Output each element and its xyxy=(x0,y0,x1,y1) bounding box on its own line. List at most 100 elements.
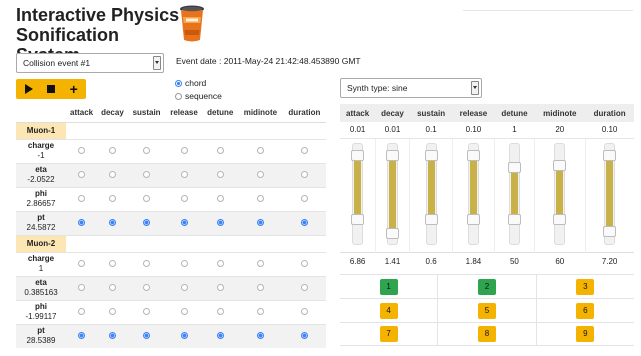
mapping-radio-detune[interactable] xyxy=(216,331,224,339)
property-row: eta -2.0522 xyxy=(16,162,326,187)
mapping-radio-attack[interactable] xyxy=(78,307,86,315)
mapping-radio-release[interactable] xyxy=(180,194,188,202)
mapping-radio-duration[interactable] xyxy=(300,259,308,267)
slider-handle-low[interactable] xyxy=(466,214,480,225)
mapping-radio-attack[interactable] xyxy=(78,146,86,154)
mapping-radio-decay[interactable] xyxy=(108,331,116,339)
mode-sequence[interactable]: sequence xyxy=(175,91,222,101)
mapping-radio-detune[interactable] xyxy=(216,307,224,315)
mode-chord[interactable]: chord xyxy=(175,78,206,88)
pad-button-4[interactable]: 4 xyxy=(379,302,398,319)
pad-button-1[interactable]: 1 xyxy=(379,278,398,295)
radio-cell xyxy=(282,275,326,300)
slider-handle-low[interactable] xyxy=(385,228,399,239)
pad-button-2[interactable]: 2 xyxy=(477,278,496,295)
mapping-radio-attack[interactable] xyxy=(78,283,86,291)
pad-button-5[interactable]: 5 xyxy=(477,302,496,319)
mapping-radio-midinote[interactable] xyxy=(256,331,264,339)
mapping-radio-decay[interactable] xyxy=(108,194,116,202)
mapping-radio-decay[interactable] xyxy=(108,170,116,178)
range-slider-sustain[interactable] xyxy=(424,142,438,245)
mapping-radio-decay[interactable] xyxy=(108,283,116,291)
play-button[interactable] xyxy=(16,79,39,99)
mapping-radio-sustain[interactable] xyxy=(143,307,151,315)
slider-handle-high[interactable] xyxy=(553,160,567,171)
mapping-radio-duration[interactable] xyxy=(300,283,308,291)
radio-cell xyxy=(237,162,283,187)
mapping-radio-duration[interactable] xyxy=(300,146,308,154)
mapping-radio-midinote[interactable] xyxy=(256,170,264,178)
mapping-radio-sustain[interactable] xyxy=(143,146,151,154)
range-slider-decay[interactable] xyxy=(385,142,399,245)
mapping-radio-attack[interactable] xyxy=(78,194,86,202)
mapping-radio-midinote[interactable] xyxy=(256,218,264,226)
mapping-radio-decay[interactable] xyxy=(108,307,116,315)
range-slider-midinote[interactable] xyxy=(553,142,567,245)
mapping-radio-detune[interactable] xyxy=(216,283,224,291)
pad-button-9[interactable]: 9 xyxy=(576,326,595,342)
slider-handle-high[interactable] xyxy=(466,150,480,161)
pad-button-7[interactable]: 7 xyxy=(379,326,398,342)
mapping-radio-sustain[interactable] xyxy=(143,218,151,226)
mapping-radio-release[interactable] xyxy=(180,283,188,291)
mapping-radio-attack[interactable] xyxy=(78,170,86,178)
collision-event-select[interactable]: Collision event #1 xyxy=(16,53,164,73)
slider-handle-high[interactable] xyxy=(350,150,364,161)
stop-button[interactable] xyxy=(39,79,62,99)
mapping-radio-midinote[interactable] xyxy=(256,194,264,202)
radio-cell xyxy=(66,210,98,235)
range-slider-release[interactable] xyxy=(466,142,480,245)
range-slider-duration[interactable] xyxy=(603,142,617,245)
mapping-radio-sustain[interactable] xyxy=(143,259,151,267)
mapping-radio-release[interactable] xyxy=(180,331,188,339)
pad-button-3[interactable]: 3 xyxy=(576,278,595,295)
mapping-radio-release[interactable] xyxy=(180,307,188,315)
mapping-radio-duration[interactable] xyxy=(300,331,308,339)
range-slider-attack[interactable] xyxy=(350,142,364,245)
mapping-radio-duration[interactable] xyxy=(300,194,308,202)
slider-handle-low[interactable] xyxy=(350,214,364,225)
mapping-radio-detune[interactable] xyxy=(216,170,224,178)
slider-handle-low[interactable] xyxy=(424,214,438,225)
range-slider-detune[interactable] xyxy=(507,142,521,245)
mapping-radio-duration[interactable] xyxy=(300,218,308,226)
mapping-radio-sustain[interactable] xyxy=(143,194,151,202)
slider-handle-low[interactable] xyxy=(553,214,567,225)
mapping-radio-detune[interactable] xyxy=(216,146,224,154)
mapping-radio-sustain[interactable] xyxy=(143,170,151,178)
slider-handle-low[interactable] xyxy=(603,226,617,237)
mapping-radio-sustain[interactable] xyxy=(143,283,151,291)
mapping-radio-release[interactable] xyxy=(180,146,188,154)
slider-handle-high[interactable] xyxy=(424,150,438,161)
slider-handle-low[interactable] xyxy=(507,214,521,225)
mapping-radio-attack[interactable] xyxy=(78,331,86,339)
mapping-radio-midinote[interactable] xyxy=(256,307,264,315)
mapping-radio-detune[interactable] xyxy=(216,194,224,202)
mapping-radio-duration[interactable] xyxy=(300,307,308,315)
mapping-radio-detune[interactable] xyxy=(216,259,224,267)
sequence-radio[interactable] xyxy=(175,92,182,100)
mapping-radio-midinote[interactable] xyxy=(256,146,264,154)
mapping-radio-release[interactable] xyxy=(180,218,188,226)
mapping-radio-attack[interactable] xyxy=(78,259,86,267)
mapping-radio-release[interactable] xyxy=(180,259,188,267)
pad-button-6[interactable]: 6 xyxy=(576,302,595,319)
mapping-radio-midinote[interactable] xyxy=(256,283,264,291)
slider-handle-high[interactable] xyxy=(507,162,521,173)
pad-button-8[interactable]: 8 xyxy=(477,326,496,342)
add-button[interactable]: + xyxy=(63,79,86,99)
mapping-radio-decay[interactable] xyxy=(108,218,116,226)
mapping-radio-midinote[interactable] xyxy=(256,259,264,267)
mapping-radio-sustain[interactable] xyxy=(143,331,151,339)
mapping-radio-decay[interactable] xyxy=(108,146,116,154)
slider-handle-high[interactable] xyxy=(603,150,617,161)
mapping-radio-attack[interactable] xyxy=(78,218,86,226)
chord-radio[interactable] xyxy=(175,79,182,87)
synth-type-select[interactable]: Synth type: sine xyxy=(340,78,482,98)
slider-handle-high[interactable] xyxy=(385,150,399,161)
mapping-radio-decay[interactable] xyxy=(108,259,116,267)
section-spacer xyxy=(66,121,98,139)
mapping-radio-release[interactable] xyxy=(180,170,188,178)
mapping-radio-detune[interactable] xyxy=(216,218,224,226)
mapping-radio-duration[interactable] xyxy=(300,170,308,178)
